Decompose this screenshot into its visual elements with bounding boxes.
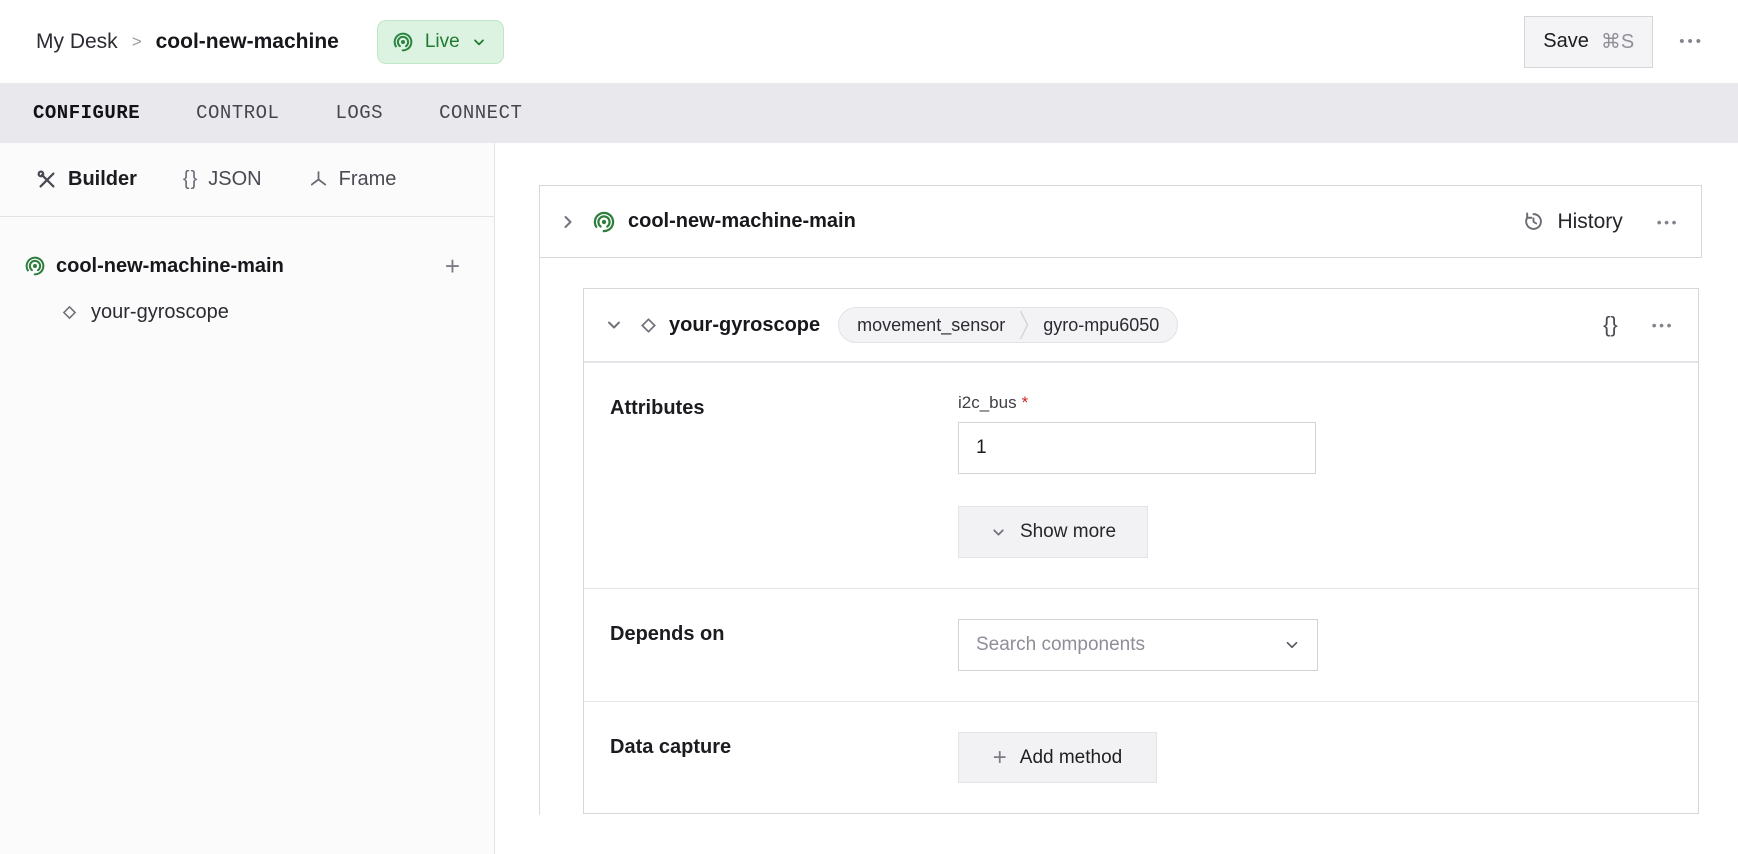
tab-builder[interactable]: Builder: [36, 168, 137, 191]
data-capture-section: Data capture + Add method: [584, 701, 1698, 813]
tab-connect[interactable]: CONNECT: [439, 102, 522, 124]
topbar-overflow-menu-button[interactable]: •••: [1679, 33, 1704, 50]
depends-on-placeholder: Search components: [976, 634, 1145, 656]
save-button[interactable]: Save ⌘S: [1524, 16, 1653, 68]
depends-on-section-label: Depends on: [610, 619, 958, 671]
component-type-model-badge: movement_sensor gyro-mpu6050: [838, 307, 1178, 343]
tab-logs[interactable]: LOGS: [335, 102, 383, 124]
show-more-label: Show more: [1020, 521, 1116, 543]
diamond-icon: [60, 303, 79, 322]
frame-axes-icon: [308, 169, 329, 190]
attributes-section-label: Attributes: [610, 393, 958, 558]
top-bar: My Desk > cool-new-machine Live Save ⌘S …: [0, 0, 1738, 83]
tab-frame[interactable]: Frame: [308, 168, 397, 191]
component-title: your-gyroscope: [669, 314, 820, 337]
history-button[interactable]: History: [1522, 210, 1622, 234]
tree-item-machine-part[interactable]: cool-new-machine-main +: [0, 243, 494, 289]
diamond-icon: [638, 315, 659, 336]
badge-separator-icon: [1019, 309, 1029, 341]
tab-control[interactable]: CONTROL: [196, 102, 279, 124]
sidebar-view-tabs: Builder {} JSON Frame: [0, 143, 494, 217]
add-component-button[interactable]: +: [445, 253, 460, 279]
component-type-badge: movement_sensor: [857, 315, 1005, 336]
data-capture-section-label: Data capture: [610, 732, 958, 783]
broadcast-icon: [24, 255, 46, 277]
save-shortcut-hint: ⌘S: [1601, 29, 1634, 54]
tab-json-label: JSON: [208, 168, 261, 191]
component-card: your-gyroscope movement_sensor gyro-mpu6…: [583, 288, 1699, 814]
plus-icon: +: [993, 746, 1007, 770]
tree-item-component-label: your-gyroscope: [91, 301, 229, 324]
attributes-section: Attributes i2c_bus * Show more: [584, 362, 1698, 588]
broadcast-icon: [592, 210, 616, 234]
field-name: i2c_bus: [958, 393, 1017, 412]
content-area: Builder {} JSON Frame: [0, 143, 1738, 854]
add-method-label: Add method: [1020, 747, 1122, 769]
component-card-overflow-menu[interactable]: •••: [1652, 317, 1674, 333]
breadcrumb-location[interactable]: My Desk: [36, 30, 118, 54]
chevron-down-icon[interactable]: [604, 315, 624, 335]
part-card-overflow-menu[interactable]: •••: [1657, 214, 1679, 230]
history-button-label: History: [1557, 210, 1622, 234]
broadcast-icon: [392, 31, 414, 53]
history-icon: [1522, 210, 1545, 233]
tab-configure[interactable]: CONFIGURE: [33, 102, 140, 124]
chevron-down-icon: [990, 524, 1007, 541]
tree-item-component[interactable]: your-gyroscope: [0, 289, 494, 335]
attributes-fields: i2c_bus * Show more: [958, 393, 1316, 558]
tab-builder-label: Builder: [68, 168, 137, 191]
component-json-toggle-button[interactable]: {}: [1603, 312, 1618, 338]
depends-on-section: Depends on Search components: [584, 588, 1698, 701]
show-more-button[interactable]: Show more: [958, 506, 1148, 558]
component-model-badge: gyro-mpu6050: [1043, 315, 1159, 336]
component-card-header: your-gyroscope movement_sensor gyro-mpu6…: [584, 289, 1698, 362]
braces-icon: {}: [183, 168, 198, 191]
breadcrumb-separator: >: [132, 32, 142, 52]
machine-part-card: cool-new-machine-main History •••: [539, 185, 1702, 258]
chevron-down-icon: [1283, 636, 1301, 654]
status-badge-label: Live: [425, 31, 460, 53]
chevron-down-icon: [471, 34, 487, 50]
tab-json[interactable]: {} JSON: [183, 168, 262, 191]
tools-icon: [36, 169, 58, 191]
tree-item-machine-part-label: cool-new-machine-main: [56, 255, 284, 278]
machine-status-badge[interactable]: Live: [377, 20, 504, 64]
breadcrumb: My Desk > cool-new-machine: [36, 30, 339, 54]
save-button-label: Save: [1543, 30, 1589, 53]
depends-on-select[interactable]: Search components: [958, 619, 1318, 671]
chevron-right-icon[interactable]: [558, 212, 578, 232]
required-marker: *: [1022, 393, 1029, 412]
i2c-bus-input[interactable]: [958, 422, 1316, 474]
machine-part-title: cool-new-machine-main: [628, 210, 856, 233]
config-main-panel: cool-new-machine-main History •••: [495, 143, 1738, 854]
machine-nav-tabbar: CONFIGURE CONTROL LOGS CONNECT: [0, 83, 1738, 143]
tab-frame-label: Frame: [339, 168, 397, 191]
config-sidebar: Builder {} JSON Frame: [0, 143, 495, 854]
resource-tree: cool-new-machine-main + your-gyroscope: [0, 217, 494, 335]
i2c-bus-field-label: i2c_bus *: [958, 393, 1316, 413]
tree-connector-line: [539, 258, 540, 815]
add-method-button[interactable]: + Add method: [958, 732, 1157, 783]
breadcrumb-machine-name[interactable]: cool-new-machine: [156, 30, 339, 54]
